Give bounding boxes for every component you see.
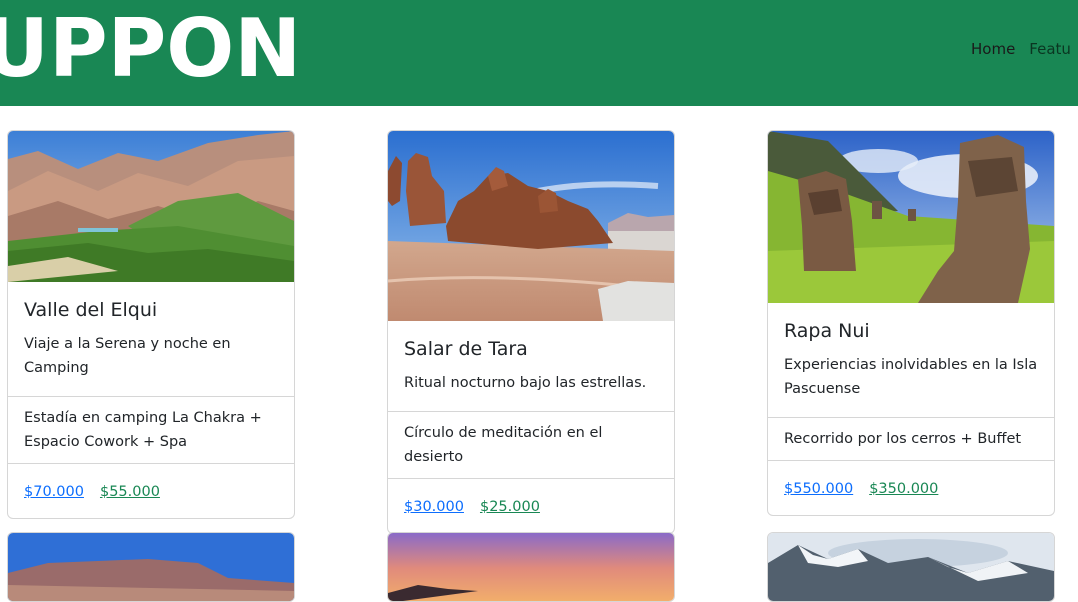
- card-title: Valle del Elqui: [24, 299, 158, 321]
- card-text: Experiencias inolvidables en la Isla Pas…: [784, 357, 1038, 397]
- nav-links: Home Featu: [971, 40, 1071, 58]
- nav-home[interactable]: Home: [971, 40, 1015, 58]
- price-original-link[interactable]: $70.000: [24, 484, 84, 500]
- card-image-rapa-nui: [768, 131, 1054, 303]
- navbar: UPPON Home Featu: [0, 0, 1078, 106]
- price-offer-link[interactable]: $25.000: [480, 499, 540, 515]
- card-list-item: Círculo de meditación en el desierto: [388, 411, 674, 478]
- price-offer-link[interactable]: $350.000: [869, 481, 938, 497]
- nav-features[interactable]: Featu: [1029, 40, 1071, 58]
- brand-logo[interactable]: UPPON: [0, 4, 301, 94]
- card-footer: $70.000 $55.000: [8, 463, 294, 518]
- product-card-valle-del-elqui: Valle del Elqui Viaje a la Serena y noch…: [7, 130, 295, 519]
- product-card-salar-de-tara: Salar de Tara Ritual nocturno bajo las e…: [387, 130, 675, 534]
- price-original-link[interactable]: $30.000: [404, 499, 464, 515]
- card-title: Salar de Tara: [404, 338, 528, 360]
- card-footer: $550.000 $350.000: [768, 460, 1054, 515]
- card-text: Ritual nocturno bajo las estrellas.: [404, 375, 647, 391]
- price-offer-link[interactable]: $55.000: [100, 484, 160, 500]
- card-list-item: Recorrido por los cerros + Buffet: [768, 417, 1054, 460]
- card-image-valle: [8, 131, 294, 282]
- product-card-rapa-nui: Rapa Nui Experiencias inolvidables en la…: [767, 130, 1055, 516]
- price-original-link[interactable]: $550.000: [784, 481, 853, 497]
- card-title: Rapa Nui: [784, 320, 870, 342]
- card-image-salar: [388, 131, 674, 321]
- card-footer: $30.000 $25.000: [388, 478, 674, 533]
- card-list-item: Estadía en camping La Chakra + Espacio C…: [8, 396, 294, 463]
- card-text: Viaje a la Serena y noche en Camping: [24, 336, 231, 376]
